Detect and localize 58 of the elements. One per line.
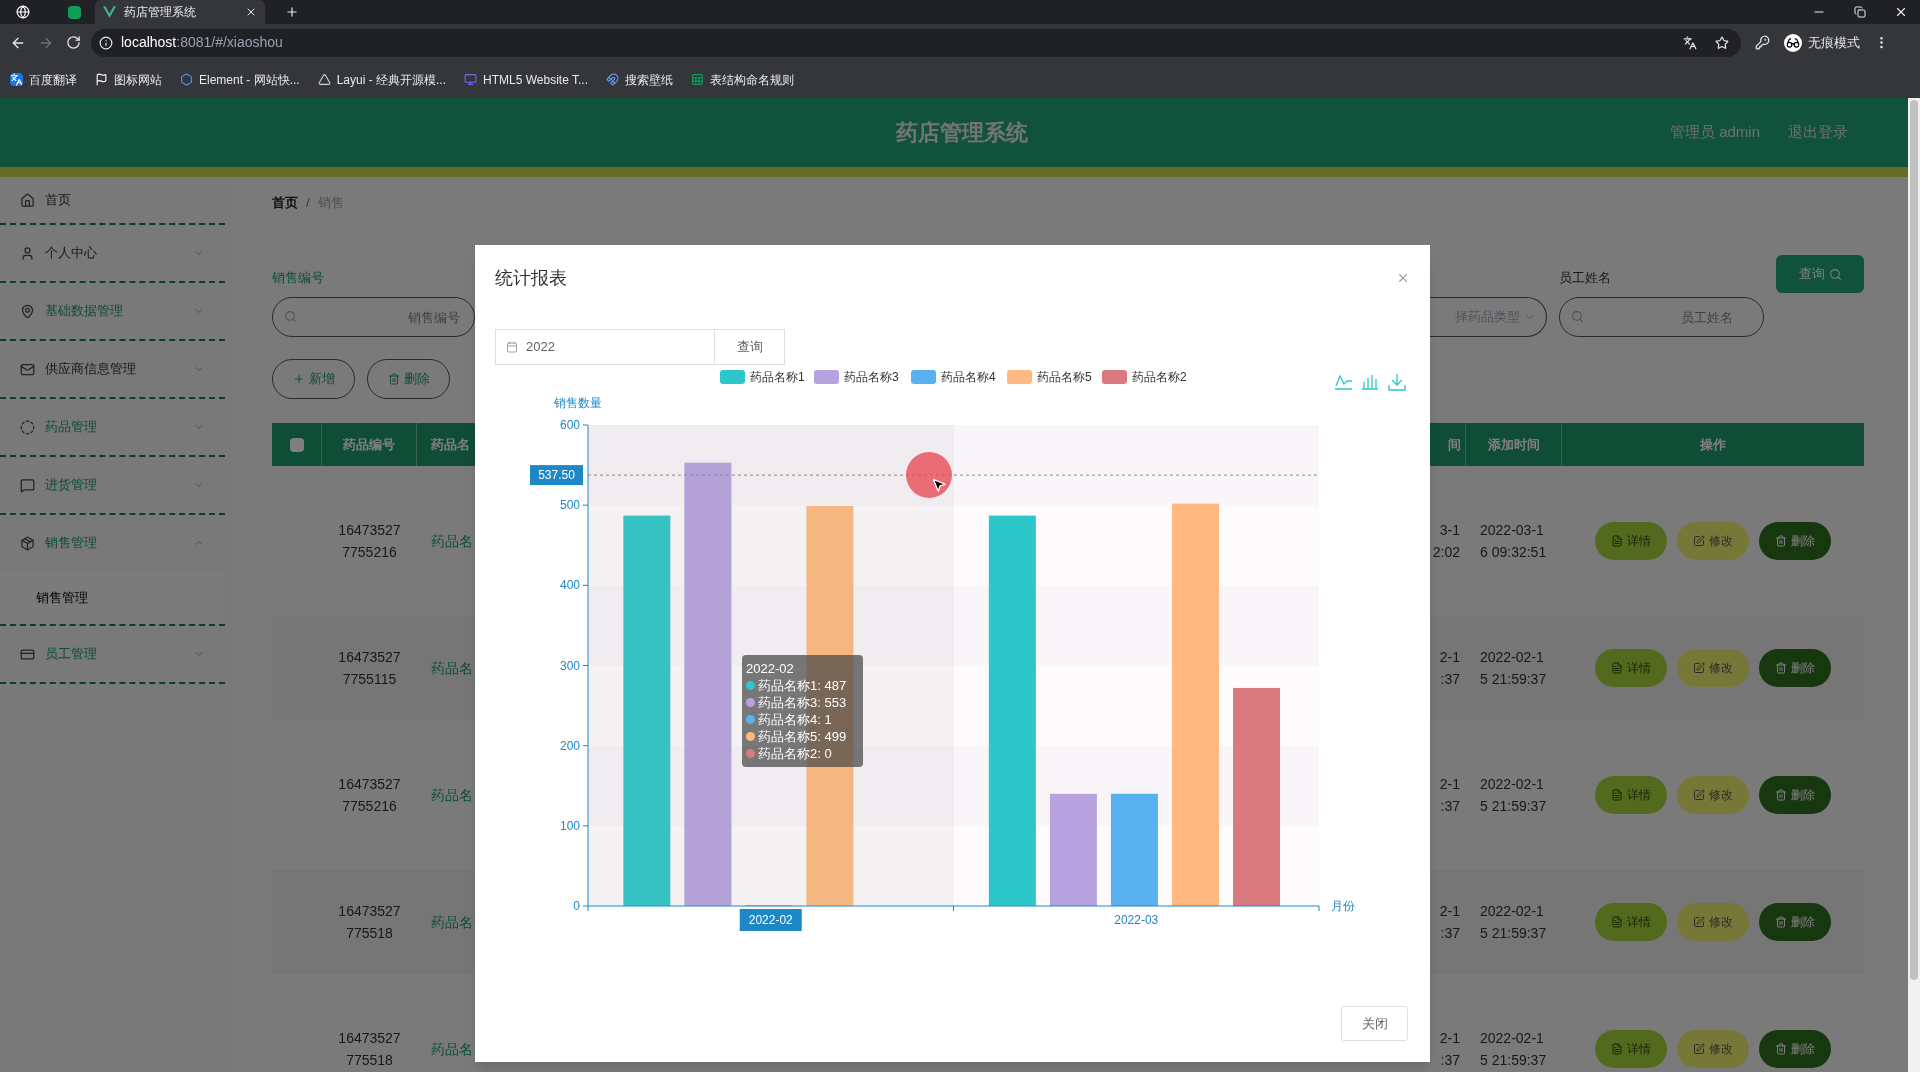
tooltip-row: 药品名称5: 499 — [758, 728, 847, 745]
legend-label: 药品名称1 — [750, 370, 805, 384]
column-header: 药品名 — [431, 435, 470, 454]
legend-label: 药品名称5 — [1037, 370, 1092, 384]
table-cell-text: 2022-03-16 09:32:51 — [1480, 521, 1548, 562]
tooltip-row: 药品名称3: 553 — [758, 694, 847, 711]
x-axis-label: 2022-03 — [1114, 913, 1159, 927]
y-tick-label: 400 — [559, 578, 580, 593]
app-title: 药店管理系统 — [896, 119, 1028, 147]
table-cell-text: 2022-02-15 21:59:37 — [1480, 902, 1548, 943]
table-cell-text: 164735277755216 — [337, 521, 402, 562]
table-cell-text: 16473527775518 — [337, 902, 402, 943]
y-tick-label: 300 — [559, 658, 580, 673]
table-cell-text: 2-1 :37 — [1439, 902, 1460, 943]
legend-label: 药品名称2 — [1132, 370, 1187, 384]
table-cell-text: 药品名 — [431, 785, 473, 805]
y-tick-label: 600 — [559, 418, 580, 432]
y-axis-title: 销售数量 — [554, 396, 602, 410]
table-cell-text: 2022-02-15 21:59:37 — [1480, 648, 1548, 689]
tab-title: 药店管理系统 — [124, 4, 197, 21]
column-header: 药品编号 — [343, 435, 395, 454]
table-cell-text: 2-1 :37 — [1439, 648, 1460, 689]
table-cell-text: 16473527775518 — [337, 1029, 402, 1070]
x-axis-title: 月份 — [1331, 899, 1355, 913]
y-tick-label: 0 — [573, 899, 580, 913]
table-cell-text: 2022-02-15 21:59:37 — [1480, 775, 1548, 816]
table-cell-text: 164735277755216 — [337, 775, 402, 816]
axis-pointer-label: 537.50 — [530, 465, 583, 486]
url-text: localhost:8081/#/xiaoshou — [121, 33, 283, 52]
dialog-title: 统计报表 — [495, 266, 568, 290]
table-cell-text: 药品名 — [431, 912, 473, 932]
user-label: 管理员 admin — [1669, 122, 1760, 143]
tooltip-title: 2022-02 — [746, 660, 795, 677]
table-cell-text: 2022-02-15 21:59:37 — [1480, 1029, 1548, 1070]
table-cell-text: 164735277755115 — [337, 648, 402, 689]
legend-label: 药品名称3 — [844, 370, 899, 384]
table-cell-text: 3-1 2:02 — [1432, 521, 1460, 562]
x-tick-label: 2022-02 — [748, 913, 794, 927]
ref-line-label: 537.50 — [538, 468, 576, 483]
tooltip-row: 药品名称2: 0 — [758, 745, 832, 762]
x-axis-label: 2022-02 — [739, 909, 802, 931]
breadcrumb-separator: / — [306, 194, 310, 213]
column-header: 添加时间 — [1487, 435, 1540, 454]
y-tick-label: 200 — [559, 738, 580, 753]
table-cell-text: 2-1 :37 — [1439, 1029, 1460, 1070]
column-header: 间 — [1448, 435, 1461, 454]
tooltip-row: 药品名称4: 1 — [758, 711, 832, 728]
table-cell-text: 2-1 :37 — [1439, 775, 1460, 816]
table-cell-text: 药品名 — [431, 658, 473, 678]
legend-label: 药品名称4 — [941, 370, 996, 384]
column-header: 操作 — [1700, 435, 1726, 454]
field-label: 员工姓名 — [1559, 269, 1612, 288]
field-label: 销售编号 — [272, 269, 325, 288]
y-tick-label: 100 — [559, 818, 580, 833]
table-cell-text: 药品名 — [431, 531, 473, 551]
table-cell-text: 药品名 — [431, 1039, 473, 1059]
y-tick-label: 500 — [559, 498, 580, 513]
tooltip-row: 药品名称1: 487 — [758, 677, 847, 694]
